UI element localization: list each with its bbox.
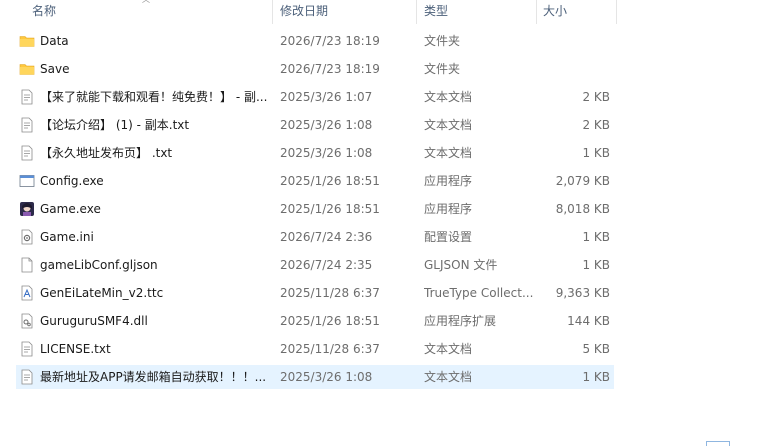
file-size: 1 KB — [582, 370, 610, 384]
file-date: 2025/11/28 6:37 — [280, 286, 380, 300]
config-file-icon — [19, 229, 35, 245]
file-name: 最新地址及APP请发邮箱自动获取！！！... — [40, 370, 267, 384]
font-file-icon — [19, 285, 35, 301]
file-type: TrueType Collect... — [424, 286, 534, 300]
folder-icon — [19, 61, 35, 77]
file-size — [540, 29, 610, 53]
column-header-bar: ︿ 名称 修改日期 类型 大小 — [0, 0, 620, 24]
file-date: 2026/7/24 2:35 — [280, 258, 373, 272]
file-name: 【永久地址发布页】 .txt — [40, 146, 173, 160]
file-name: 【论坛介绍】 (1) - 副本.txt — [40, 118, 190, 132]
file-size: 1 KB — [582, 230, 610, 244]
file-type: 配置设置 — [424, 230, 473, 244]
folder-icon — [19, 33, 35, 49]
scroll-grip[interactable] — [706, 441, 730, 446]
file-row[interactable]: Game.exe 2025/1/26 18:51 应用程序 8,018 KB — [16, 197, 614, 221]
file-name: Data — [40, 34, 69, 48]
file-size: 9,363 KB — [555, 286, 610, 300]
file-size — [540, 57, 610, 81]
file-row[interactable]: gameLibConf.gljson 2026/7/24 2:35 GLJSON 文… — [16, 253, 614, 277]
file-size: 1 KB — [582, 146, 610, 160]
file-row[interactable]: 最新地址及APP请发邮箱自动获取！！！... 2025/3/26 1:08 文本文档… — [16, 365, 614, 389]
dll-file-icon — [19, 313, 35, 329]
column-header-name[interactable]: 名称 — [32, 0, 262, 22]
file-type: 应用程序扩展 — [424, 314, 497, 328]
column-divider[interactable] — [536, 0, 537, 24]
file-type: 应用程序 — [424, 202, 473, 216]
file-date: 2025/1/26 18:51 — [280, 314, 380, 328]
file-explorer-list: ︿ 名称 修改日期 类型 大小 Data2026/7/23 18:19文件夹Sa… — [0, 0, 758, 446]
file-size: 2,079 KB — [555, 174, 610, 188]
file-row[interactable]: Game.ini 2026/7/24 2:36 配置设置 1 KB — [16, 225, 614, 249]
file-row[interactable]: Data 2026/7/23 18:19 文件夹 — [16, 29, 614, 53]
file-size: 2 KB — [582, 118, 610, 132]
file-date: 2025/3/26 1:08 — [280, 118, 373, 132]
file-type: 应用程序 — [424, 174, 473, 188]
file-row[interactable]: GuruguruSMF4.dll 2025/1/26 18:51 应用程序扩展 144… — [16, 309, 614, 333]
file-size: 8,018 KB — [555, 202, 610, 216]
file-row[interactable]: 【来了就能下载和观看！纯免费！】 - 副... 2025/3/26 1:07 文本文… — [16, 85, 614, 109]
file-row[interactable]: GenEiLateMin_v2.ttc 2025/11/28 6:37 TrueTy… — [16, 281, 614, 305]
file-row[interactable]: Save 2026/7/23 18:19 文件夹 — [16, 57, 614, 81]
file-name: GenEiLateMin_v2.ttc — [40, 286, 164, 300]
blank-file-icon — [19, 257, 35, 273]
file-name: Game.ini — [40, 230, 94, 244]
file-date: 2025/1/26 18:51 — [280, 174, 380, 188]
file-date: 2025/3/26 1:08 — [280, 146, 373, 160]
file-name: Game.exe — [40, 202, 101, 216]
game-app-icon — [19, 201, 35, 217]
column-divider[interactable] — [272, 0, 273, 24]
column-header-size[interactable]: 大小 — [543, 0, 613, 22]
file-type: 文本文档 — [424, 90, 473, 104]
column-divider[interactable] — [416, 0, 417, 24]
file-type: 文件夹 — [424, 34, 461, 48]
app-window-icon — [19, 173, 35, 189]
column-divider[interactable] — [616, 0, 617, 24]
file-size: 144 KB — [567, 314, 610, 328]
file-type: 文本文档 — [424, 370, 473, 384]
file-type: 文件夹 — [424, 62, 461, 76]
file-row[interactable]: Config.exe 2025/1/26 18:51 应用程序 2,079 KB — [16, 169, 614, 193]
file-size: 1 KB — [582, 258, 610, 272]
file-name: 【来了就能下载和观看！纯免费！】 - 副... — [40, 90, 268, 104]
file-type: 文本文档 — [424, 146, 473, 160]
column-header-date[interactable]: 修改日期 — [280, 0, 410, 22]
file-date: 2026/7/23 18:19 — [280, 34, 380, 48]
text-file-icon — [19, 341, 35, 357]
file-name: LICENSE.txt — [40, 342, 111, 356]
file-row[interactable]: 【永久地址发布页】 .txt 2025/3/26 1:08 文本文档 1 KB — [16, 141, 614, 165]
text-file-icon — [19, 369, 35, 385]
file-date: 2025/1/26 18:51 — [280, 202, 380, 216]
file-name: GuruguruSMF4.dll — [40, 314, 148, 328]
file-date: 2025/3/26 1:08 — [280, 370, 373, 384]
file-size: 2 KB — [582, 90, 610, 104]
file-type: GLJSON 文件 — [424, 258, 498, 272]
file-row[interactable]: LICENSE.txt 2025/11/28 6:37 文本文档 5 KB — [16, 337, 614, 361]
file-date: 2025/3/26 1:07 — [280, 90, 373, 104]
file-date: 2025/11/28 6:37 — [280, 342, 380, 356]
file-size: 5 KB — [582, 342, 610, 356]
file-row[interactable]: 【论坛介绍】 (1) - 副本.txt 2025/3/26 1:08 文本文档 2 K… — [16, 113, 614, 137]
text-file-icon — [19, 89, 35, 105]
text-file-icon — [19, 145, 35, 161]
text-file-icon — [19, 117, 35, 133]
file-name: Config.exe — [40, 174, 104, 188]
file-type: 文本文档 — [424, 342, 473, 356]
file-type: 文本文档 — [424, 118, 473, 132]
file-name: Save — [40, 62, 70, 76]
file-name: gameLibConf.gljson — [40, 258, 158, 272]
file-date: 2026/7/23 18:19 — [280, 62, 380, 76]
column-header-type[interactable]: 类型 — [424, 0, 534, 22]
file-date: 2026/7/24 2:36 — [280, 230, 373, 244]
